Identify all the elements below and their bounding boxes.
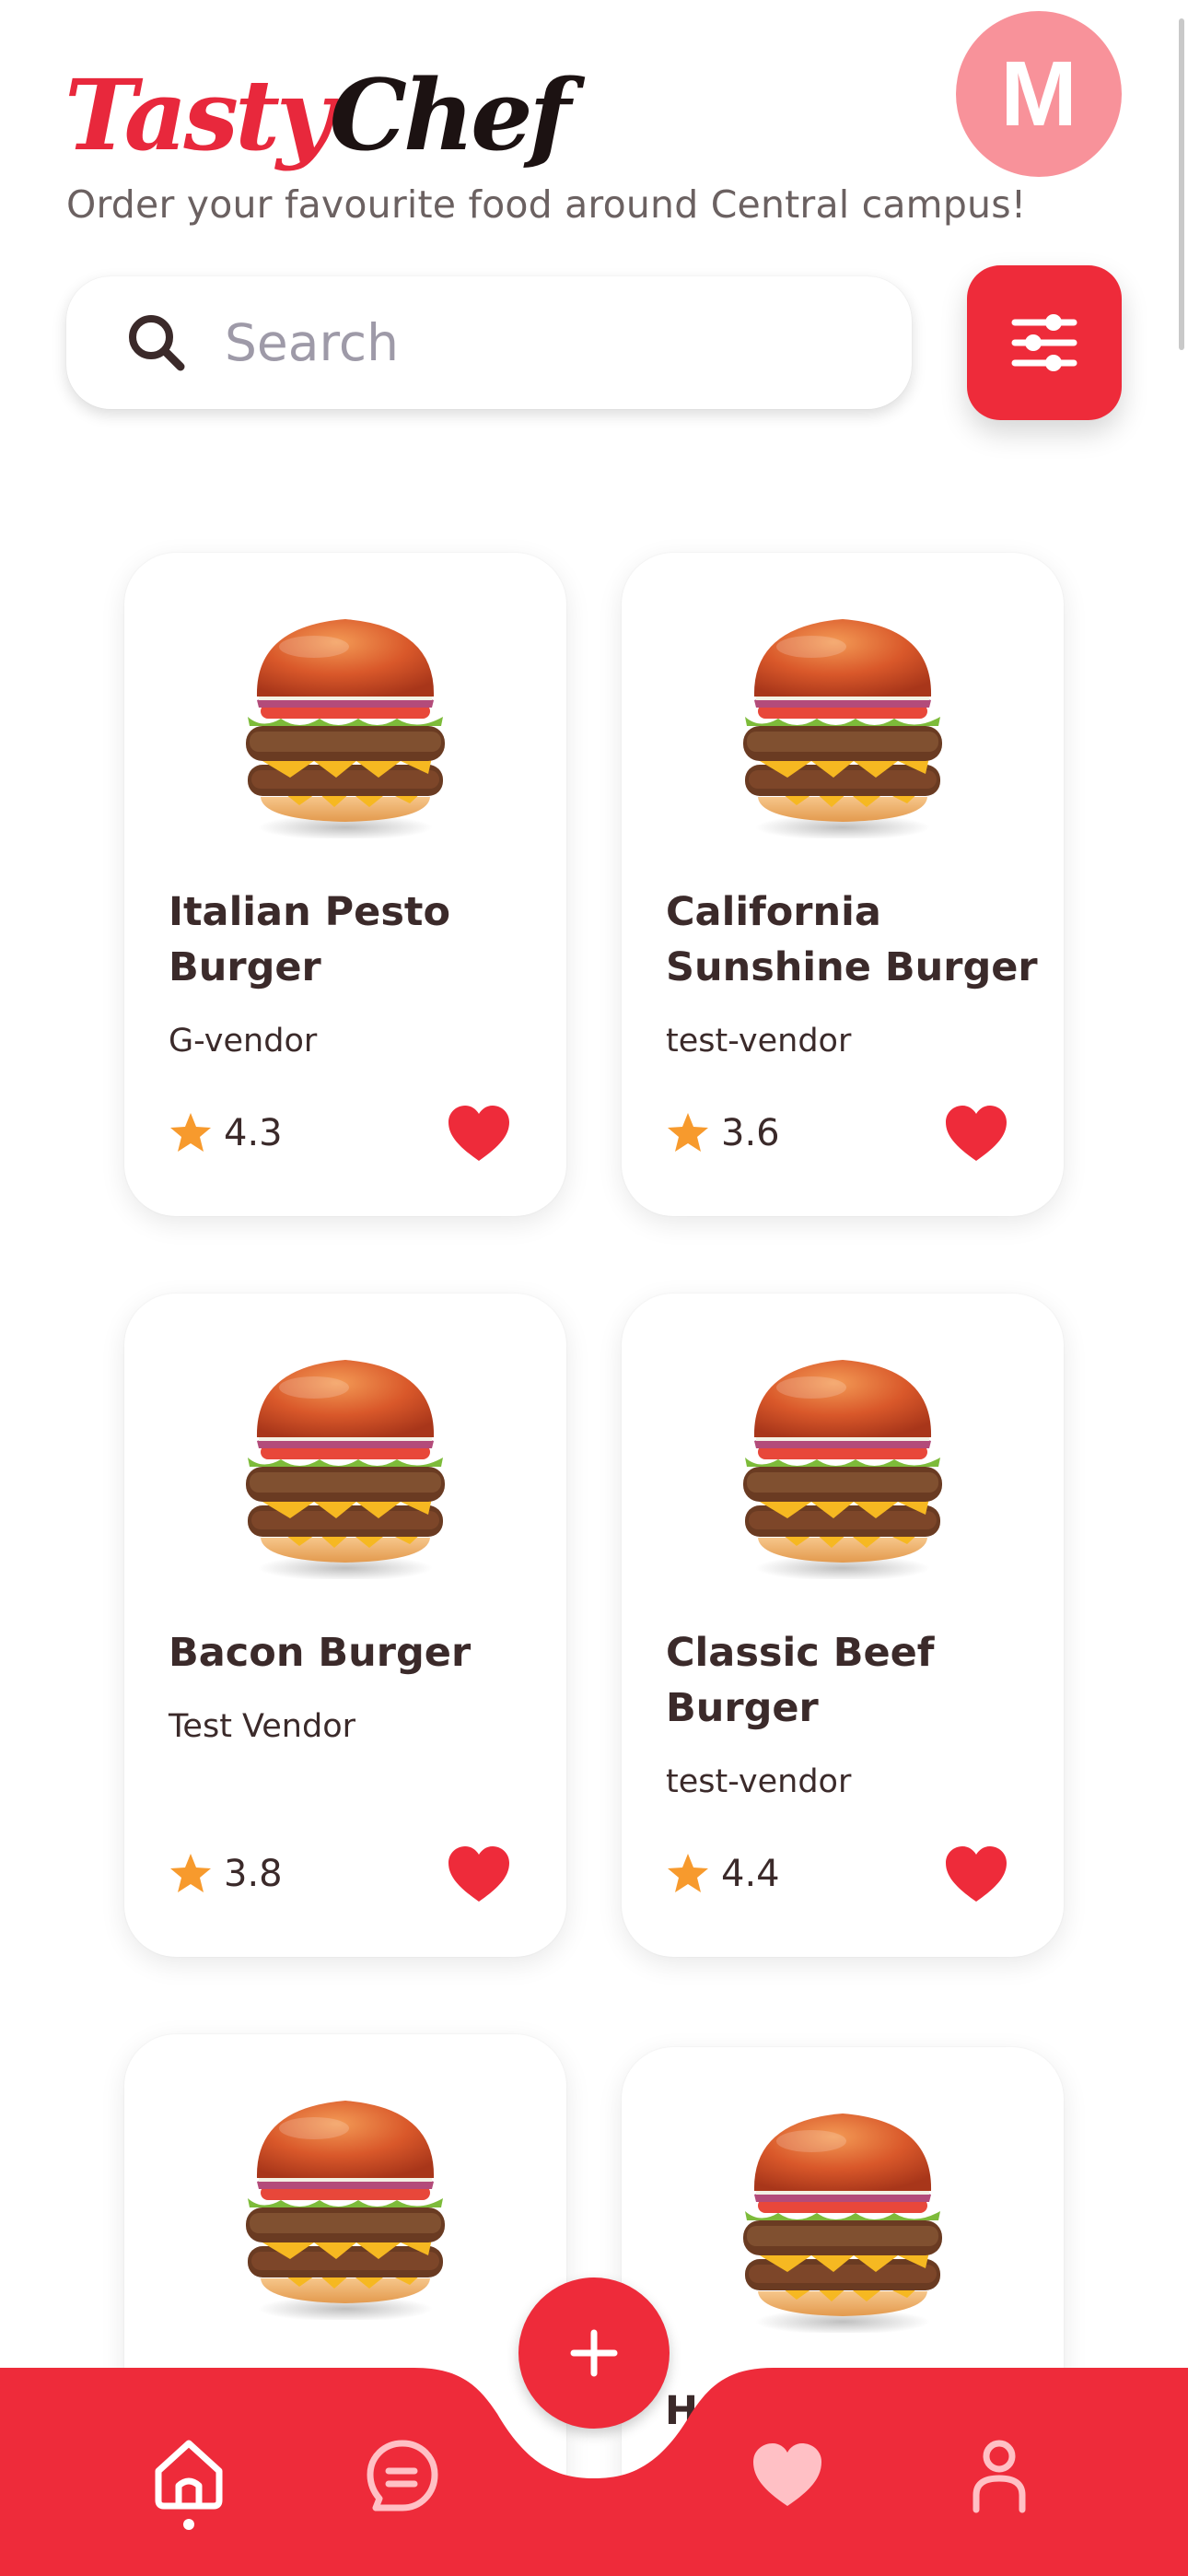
vendor-name: Test Vendor: [169, 1708, 356, 1745]
favorite-heart-icon[interactable]: [448, 1846, 509, 1903]
plus-icon: [570, 2329, 618, 2377]
nav-favorites[interactable]: [746, 2432, 829, 2534]
person-icon: [973, 2440, 1026, 2513]
search-input[interactable]: [225, 313, 869, 372]
star-icon: [170, 1113, 211, 1152]
rating-value: 3.6: [721, 1112, 780, 1154]
star-icon: [668, 1113, 708, 1152]
rating-value: 4.3: [224, 1112, 283, 1154]
burger-image: [246, 619, 445, 838]
star-icon: [668, 1854, 708, 1892]
scroll-indicator[interactable]: [1179, 18, 1184, 350]
nav-home[interactable]: [147, 2432, 230, 2534]
add-button[interactable]: [518, 2277, 670, 2429]
burger-image: [743, 1360, 942, 1579]
brand-logo: Tasty Chef: [64, 44, 571, 172]
brand-logo-part2: Chef: [329, 57, 571, 172]
brand-logo-part1: Tasty: [64, 57, 333, 172]
search-bar[interactable]: [66, 276, 912, 409]
favorite-heart-icon[interactable]: [448, 1106, 509, 1163]
rating: 4.4: [666, 1852, 780, 1896]
rating: 3.8: [169, 1852, 283, 1896]
rating: 3.6: [666, 1111, 780, 1155]
tagline: Order your favourite food around Central…: [66, 182, 1027, 227]
sliders-icon: [1011, 314, 1077, 371]
rating: 4.3: [169, 1111, 283, 1155]
vendor-name: G-vendor: [169, 1023, 318, 1060]
burger-image: [743, 2113, 942, 2333]
nav-profile[interactable]: [958, 2432, 1041, 2534]
food-title: Classic Beef Burger: [666, 1630, 935, 1731]
food-title: Bacon Burger: [169, 1630, 472, 1676]
chat-icon: [367, 2440, 438, 2512]
food-title: California Sunshine Burger: [666, 889, 1038, 990]
food-card[interactable]: Italian Pesto Burger G-vendor 4.3: [124, 553, 566, 1216]
home-icon: [155, 2440, 223, 2530]
search-icon: [129, 315, 185, 371]
vendor-name: test-vendor: [666, 1023, 852, 1060]
rating-value: 3.8: [224, 1853, 283, 1895]
burger-image: [743, 619, 942, 838]
food-card[interactable]: Classic Beef Burger test-vendor 4.4: [622, 1294, 1064, 1957]
heart-icon: [753, 2443, 821, 2506]
favorite-heart-icon[interactable]: [946, 1846, 1007, 1903]
avatar-initial: M: [1000, 41, 1077, 146]
rating-value: 4.4: [721, 1853, 780, 1895]
nav-chat[interactable]: [361, 2432, 444, 2534]
filter-button[interactable]: [967, 265, 1122, 420]
food-card[interactable]: California Sunshine Burger test-vendor 3…: [622, 553, 1064, 1216]
star-icon: [170, 1854, 211, 1892]
food-card[interactable]: Bacon Burger Test Vendor 3.8: [124, 1294, 566, 1957]
vendor-name: test-vendor: [666, 1763, 852, 1800]
food-title: Italian Pesto Burger: [169, 889, 451, 990]
burger-image: [246, 1360, 445, 1579]
favorite-heart-icon[interactable]: [946, 1106, 1007, 1163]
avatar[interactable]: M: [956, 11, 1122, 177]
burger-image: [246, 2101, 445, 2320]
